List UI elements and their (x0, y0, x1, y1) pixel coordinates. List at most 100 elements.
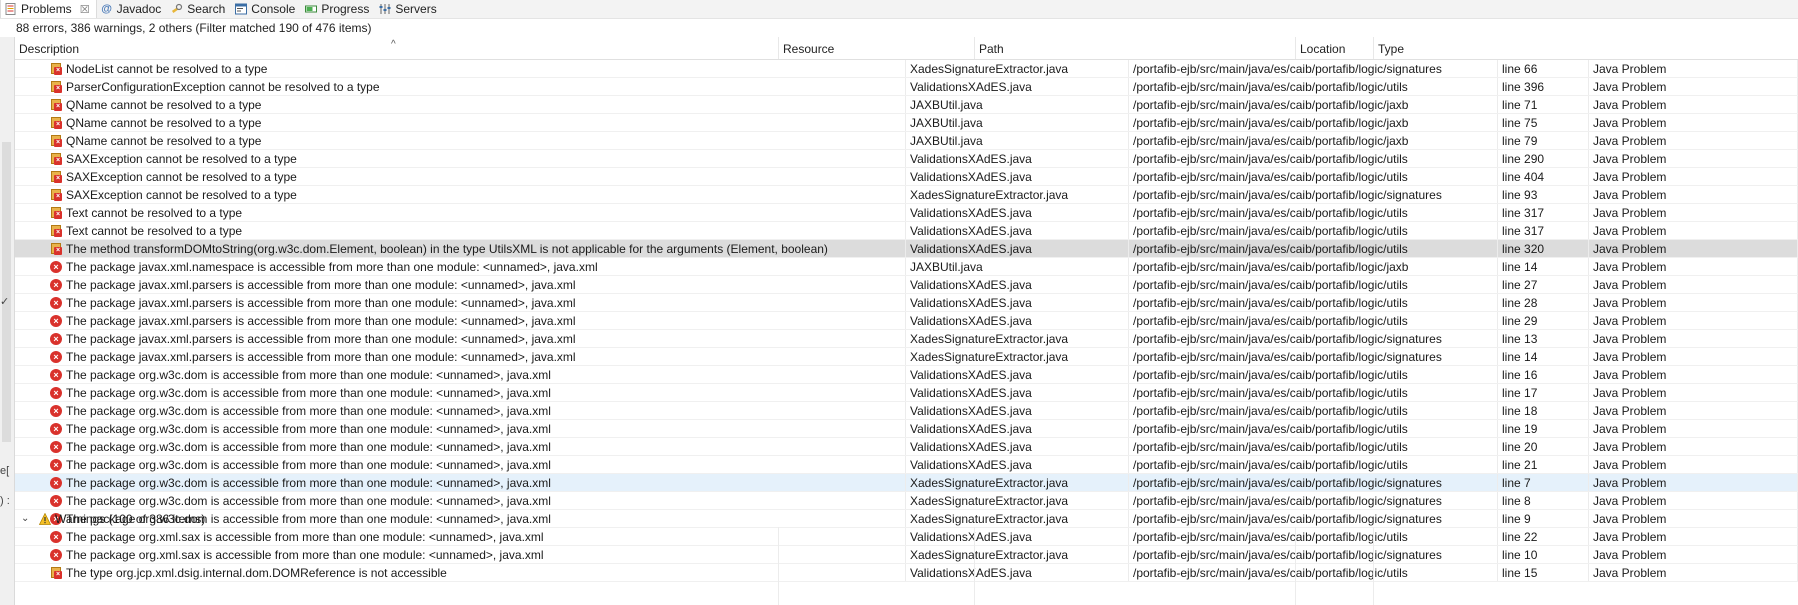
cell-location: line 28 (1498, 294, 1589, 311)
column-header-resource[interactable]: Resource (779, 37, 975, 59)
cell-resource: JAXBUtil.java (906, 132, 1129, 149)
cell-path: /portafib-ejb/src/main/java/es/caib/port… (1129, 258, 1498, 275)
cell-type: Java Problem (1589, 150, 1798, 167)
cell-description: × SAXException cannot be resolved to a ty… (15, 168, 906, 185)
table-row[interactable]: × The package javax.xml.parsers is access… (15, 276, 1798, 294)
tab-label: Search (187, 2, 226, 16)
cell-location: line 14 (1498, 258, 1589, 275)
cell-description: × QName cannot be resolved to a type (15, 114, 906, 131)
cell-path: /portafib-ejb/src/main/java/es/caib/port… (1129, 456, 1498, 473)
table-row[interactable]: × Text cannot be resolved to a type Valida… (15, 204, 1798, 222)
javadoc-icon: @ (101, 3, 112, 15)
cell-resource: ValidationsXAdES.java (906, 312, 1129, 329)
cell-path: /portafib-ejb/src/main/java/es/caib/port… (1129, 60, 1498, 77)
cell-location: line 18 (1498, 402, 1589, 419)
tab-search[interactable]: Search (167, 0, 231, 18)
description-text: SAXException cannot be resolved to a typ… (66, 169, 297, 184)
table-row[interactable]: × The package javax.xml.parsers is access… (15, 348, 1798, 366)
cell-location: line 8 (1498, 492, 1589, 509)
sort-indicator-icon: ^ (391, 39, 396, 50)
table-row[interactable]: × The package org.w3c.dom is accessible f… (15, 366, 1798, 384)
left-scrollbar-thumb[interactable] (2, 142, 11, 442)
tab-servers[interactable]: Servers (375, 0, 442, 18)
chevron-down-icon[interactable]: ⌄ (21, 513, 31, 524)
cell-description: × The package org.w3c.dom is accessible f… (15, 492, 906, 509)
table-row[interactable]: × SAXException cannot be resolved to a ty… (15, 186, 1798, 204)
cell-resource: ValidationsXAdES.java (906, 150, 1129, 167)
tab-console[interactable]: Console (231, 0, 301, 18)
cell-resource: JAXBUtil.java (906, 258, 1129, 275)
column-header-location[interactable]: Location (1296, 37, 1374, 59)
column-header-path[interactable]: Path (975, 37, 1296, 59)
tab-problems[interactable]: Problems ☒ (0, 0, 97, 18)
table-row[interactable]: × QName cannot be resolved to a type JAXBU… (15, 114, 1798, 132)
cell-path: /portafib-ejb/src/main/java/es/caib/port… (1129, 168, 1498, 185)
cell-description: × SAXException cannot be resolved to a ty… (15, 186, 906, 203)
error-icon: × (50, 278, 62, 291)
cell-description: × The method transformDOMtoString(org.w3c… (15, 240, 906, 257)
description-text: The package org.w3c.dom is accessible fr… (66, 403, 551, 418)
tab-progress[interactable]: Progress (301, 0, 375, 18)
column-header-type[interactable]: Type (1374, 37, 1798, 59)
tab-label: Progress (321, 2, 370, 16)
empty-table-area (15, 527, 1798, 605)
cell-type: Java Problem (1589, 114, 1798, 131)
table-row[interactable]: × SAXException cannot be resolved to a ty… (15, 168, 1798, 186)
tab-javadoc[interactable]: @ Javadoc (97, 0, 168, 18)
cell-resource: ValidationsXAdES.java (906, 204, 1129, 221)
file-error-icon: × (50, 242, 62, 255)
file-error-icon: × (50, 98, 62, 111)
table-row[interactable]: × The package org.w3c.dom is accessible f… (15, 492, 1798, 510)
table-row[interactable]: × The package javax.xml.namespace is acce… (15, 258, 1798, 276)
problems-rows: × NodeList cannot be resolved to a type Xa… (15, 60, 1798, 582)
table-row[interactable]: × The package org.w3c.dom is accessible f… (15, 456, 1798, 474)
tab-label: Console (251, 2, 296, 16)
left-editor-strip: ✓ e[ ) : (0, 37, 15, 605)
cell-description: × The package javax.xml.parsers is access… (15, 312, 906, 329)
description-text: QName cannot be resolved to a type (66, 133, 262, 148)
cell-location: line 320 (1498, 240, 1589, 257)
table-row[interactable]: × Text cannot be resolved to a type Valida… (15, 222, 1798, 240)
table-row[interactable]: × The package javax.xml.parsers is access… (15, 330, 1798, 348)
cell-type: Java Problem (1589, 366, 1798, 383)
problems-table: Description ^ Resource Path Location Typ… (15, 37, 1798, 605)
table-row[interactable]: × The package javax.xml.parsers is access… (15, 312, 1798, 330)
table-row[interactable]: × The package org.w3c.dom is accessible f… (15, 402, 1798, 420)
error-icon: × (50, 386, 62, 399)
warnings-group-row[interactable]: ⌄ Warnings (100 of 386 items) (15, 510, 1798, 527)
error-icon: × (50, 404, 62, 417)
cell-path: /portafib-ejb/src/main/java/es/caib/port… (1129, 438, 1498, 455)
table-row[interactable]: × The package org.w3c.dom is accessible f… (15, 474, 1798, 492)
cell-type: Java Problem (1589, 312, 1798, 329)
table-row[interactable]: × SAXException cannot be resolved to a ty… (15, 150, 1798, 168)
close-icon[interactable]: ☒ (80, 3, 90, 16)
error-icon: × (50, 350, 62, 363)
view-tab-bar: Problems ☒ @ Javadoc Search Console Progress Se… (0, 0, 1798, 19)
description-text: The package javax.xml.parsers is accessi… (66, 295, 576, 310)
cell-description: × The package org.w3c.dom is accessible f… (15, 474, 906, 491)
table-row[interactable]: × The package org.w3c.dom is accessible f… (15, 438, 1798, 456)
file-error-icon: × (50, 62, 62, 75)
warning-icon (39, 512, 51, 525)
description-text: The package org.w3c.dom is accessible fr… (66, 457, 551, 472)
table-row[interactable]: × The method transformDOMtoString(org.w3c… (15, 240, 1798, 258)
table-row[interactable]: × The package org.w3c.dom is accessible f… (15, 384, 1798, 402)
cell-location: line 13 (1498, 330, 1589, 347)
table-row[interactable]: × NodeList cannot be resolved to a type Xa… (15, 60, 1798, 78)
cell-description: × The package javax.xml.parsers is access… (15, 348, 906, 365)
cell-resource: JAXBUtil.java (906, 114, 1129, 131)
cell-path: /portafib-ejb/src/main/java/es/caib/port… (1129, 312, 1498, 329)
table-row[interactable]: × The package javax.xml.parsers is access… (15, 294, 1798, 312)
cell-resource: XadesSignatureExtractor.java (906, 474, 1129, 491)
cell-path: /portafib-ejb/src/main/java/es/caib/port… (1129, 492, 1498, 509)
table-row[interactable]: × The package org.w3c.dom is accessible f… (15, 420, 1798, 438)
table-row[interactable]: × QName cannot be resolved to a type JAXBU… (15, 96, 1798, 114)
table-row[interactable]: × QName cannot be resolved to a type JAXBU… (15, 132, 1798, 150)
error-icon: × (50, 332, 62, 345)
cell-type: Java Problem (1589, 438, 1798, 455)
column-header-description[interactable]: Description ^ (15, 37, 779, 59)
description-text: The package javax.xml.parsers is accessi… (66, 349, 576, 364)
table-row[interactable]: × ParserConfigurationException cannot be … (15, 78, 1798, 96)
cell-location: line 16 (1498, 366, 1589, 383)
description-text: ParserConfigurationException cannot be r… (66, 79, 380, 94)
